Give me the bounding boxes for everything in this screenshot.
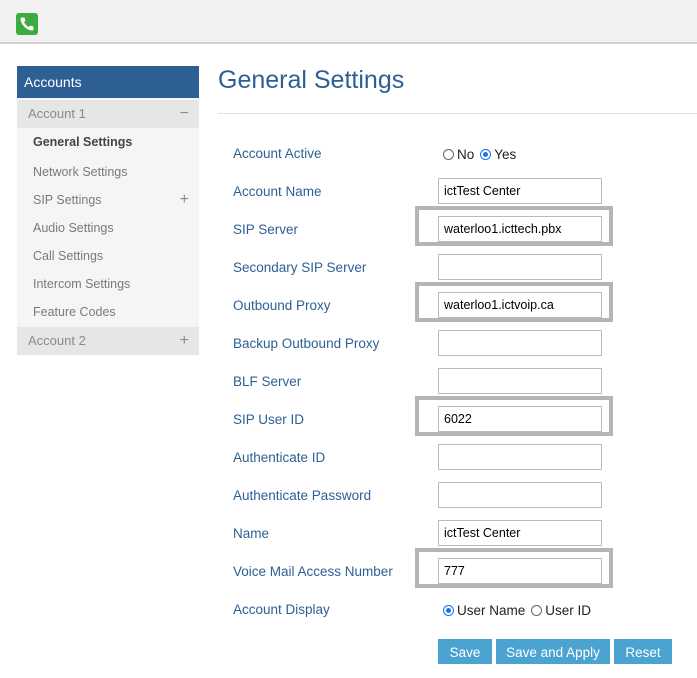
- account-display-label: Account Display: [233, 602, 330, 617]
- save-and-apply-button[interactable]: Save and Apply: [496, 639, 610, 664]
- title-divider: [218, 113, 697, 114]
- top-bar: [0, 0, 697, 44]
- authenticate-id-field[interactable]: [438, 444, 602, 470]
- sidebar-item-sip-settings[interactable]: SIP Settings +: [17, 186, 199, 214]
- sidebar-item-call-settings[interactable]: Call Settings: [17, 242, 199, 270]
- sidebar-item-label: Intercom Settings: [33, 277, 131, 291]
- secondary-sip-server-label: Secondary SIP Server: [233, 260, 367, 275]
- phone-icon: [16, 13, 38, 35]
- outbound-proxy-label: Outbound Proxy: [233, 298, 331, 313]
- sip-user-id-field[interactable]: 6022: [438, 406, 602, 432]
- backup-outbound-proxy-label: Backup Outbound Proxy: [233, 336, 380, 351]
- sidebar-title: Accounts: [17, 66, 199, 98]
- authenticate-password-field[interactable]: [438, 482, 602, 508]
- blf-server-label: BLF Server: [233, 374, 302, 389]
- reset-button[interactable]: Reset: [614, 639, 672, 664]
- sidebar-item-label: Network Settings: [33, 165, 128, 179]
- sidebar-item-feature-codes[interactable]: Feature Codes: [17, 298, 199, 326]
- account-display-user-id-radio[interactable]: [531, 605, 543, 616]
- account-display-radio-group: User Name User ID: [443, 603, 597, 618]
- outbound-proxy-field[interactable]: waterloo1.ictvoip.ca: [438, 292, 602, 318]
- account-active-no-radio[interactable]: [443, 149, 454, 160]
- account-active-yes-label: Yes: [494, 147, 517, 162]
- collapse-icon[interactable]: −: [180, 100, 189, 128]
- page-title: General Settings: [218, 66, 405, 94]
- account-name-label: Account Name: [233, 184, 322, 199]
- sidebar-item-audio-settings[interactable]: Audio Settings: [17, 214, 199, 242]
- account-display-user-name-radio[interactable]: [443, 605, 454, 616]
- voice-mail-label: Voice Mail Access Number: [233, 564, 393, 579]
- save-button[interactable]: Save: [438, 639, 492, 664]
- expand-icon[interactable]: +: [180, 327, 189, 355]
- voice-mail-field[interactable]: 777: [438, 558, 602, 584]
- account-active-yes-radio[interactable]: [480, 149, 492, 160]
- expand-icon[interactable]: +: [180, 186, 189, 214]
- sidebar-item-label: Audio Settings: [33, 221, 114, 235]
- authenticate-password-label: Authenticate Password: [233, 488, 372, 503]
- sidebar-item-label: Call Settings: [33, 249, 104, 263]
- sidebar-item-label: General Settings: [33, 135, 133, 149]
- sidebar-account-2[interactable]: Account 2 +: [17, 327, 199, 355]
- name-field[interactable]: ictTest Center: [438, 520, 602, 546]
- sidebar-account-1[interactable]: Account 1 −: [17, 100, 199, 128]
- account-display-user-name-label: User Name: [457, 603, 526, 618]
- sidebar-item-general-settings[interactable]: General Settings: [17, 128, 199, 156]
- backup-outbound-proxy-field[interactable]: [438, 330, 602, 356]
- authenticate-id-label: Authenticate ID: [233, 450, 326, 465]
- sip-server-field[interactable]: waterloo1.icttech.pbx: [438, 216, 602, 242]
- account-active-label: Account Active: [233, 146, 322, 161]
- sidebar-item-label: Feature Codes: [33, 305, 116, 319]
- account-name-field[interactable]: ictTest Center: [438, 178, 602, 204]
- account-active-no-label: No: [457, 147, 475, 162]
- sidebar-account-2-label: Account 2: [28, 333, 86, 348]
- sidebar-item-network-settings[interactable]: Network Settings: [17, 158, 199, 186]
- sidebar-item-label: SIP Settings: [33, 193, 102, 207]
- name-label: Name: [233, 526, 270, 541]
- account-active-radio-group: No Yes: [443, 147, 522, 162]
- sidebar-account-1-label: Account 1: [28, 106, 86, 121]
- sidebar-item-intercom-settings[interactable]: Intercom Settings: [17, 270, 199, 298]
- blf-server-field[interactable]: [438, 368, 602, 394]
- sip-user-id-label: SIP User ID: [233, 412, 305, 427]
- sip-server-label: SIP Server: [233, 222, 299, 237]
- secondary-sip-server-field[interactable]: [438, 254, 602, 280]
- account-display-user-id-label: User ID: [545, 603, 592, 618]
